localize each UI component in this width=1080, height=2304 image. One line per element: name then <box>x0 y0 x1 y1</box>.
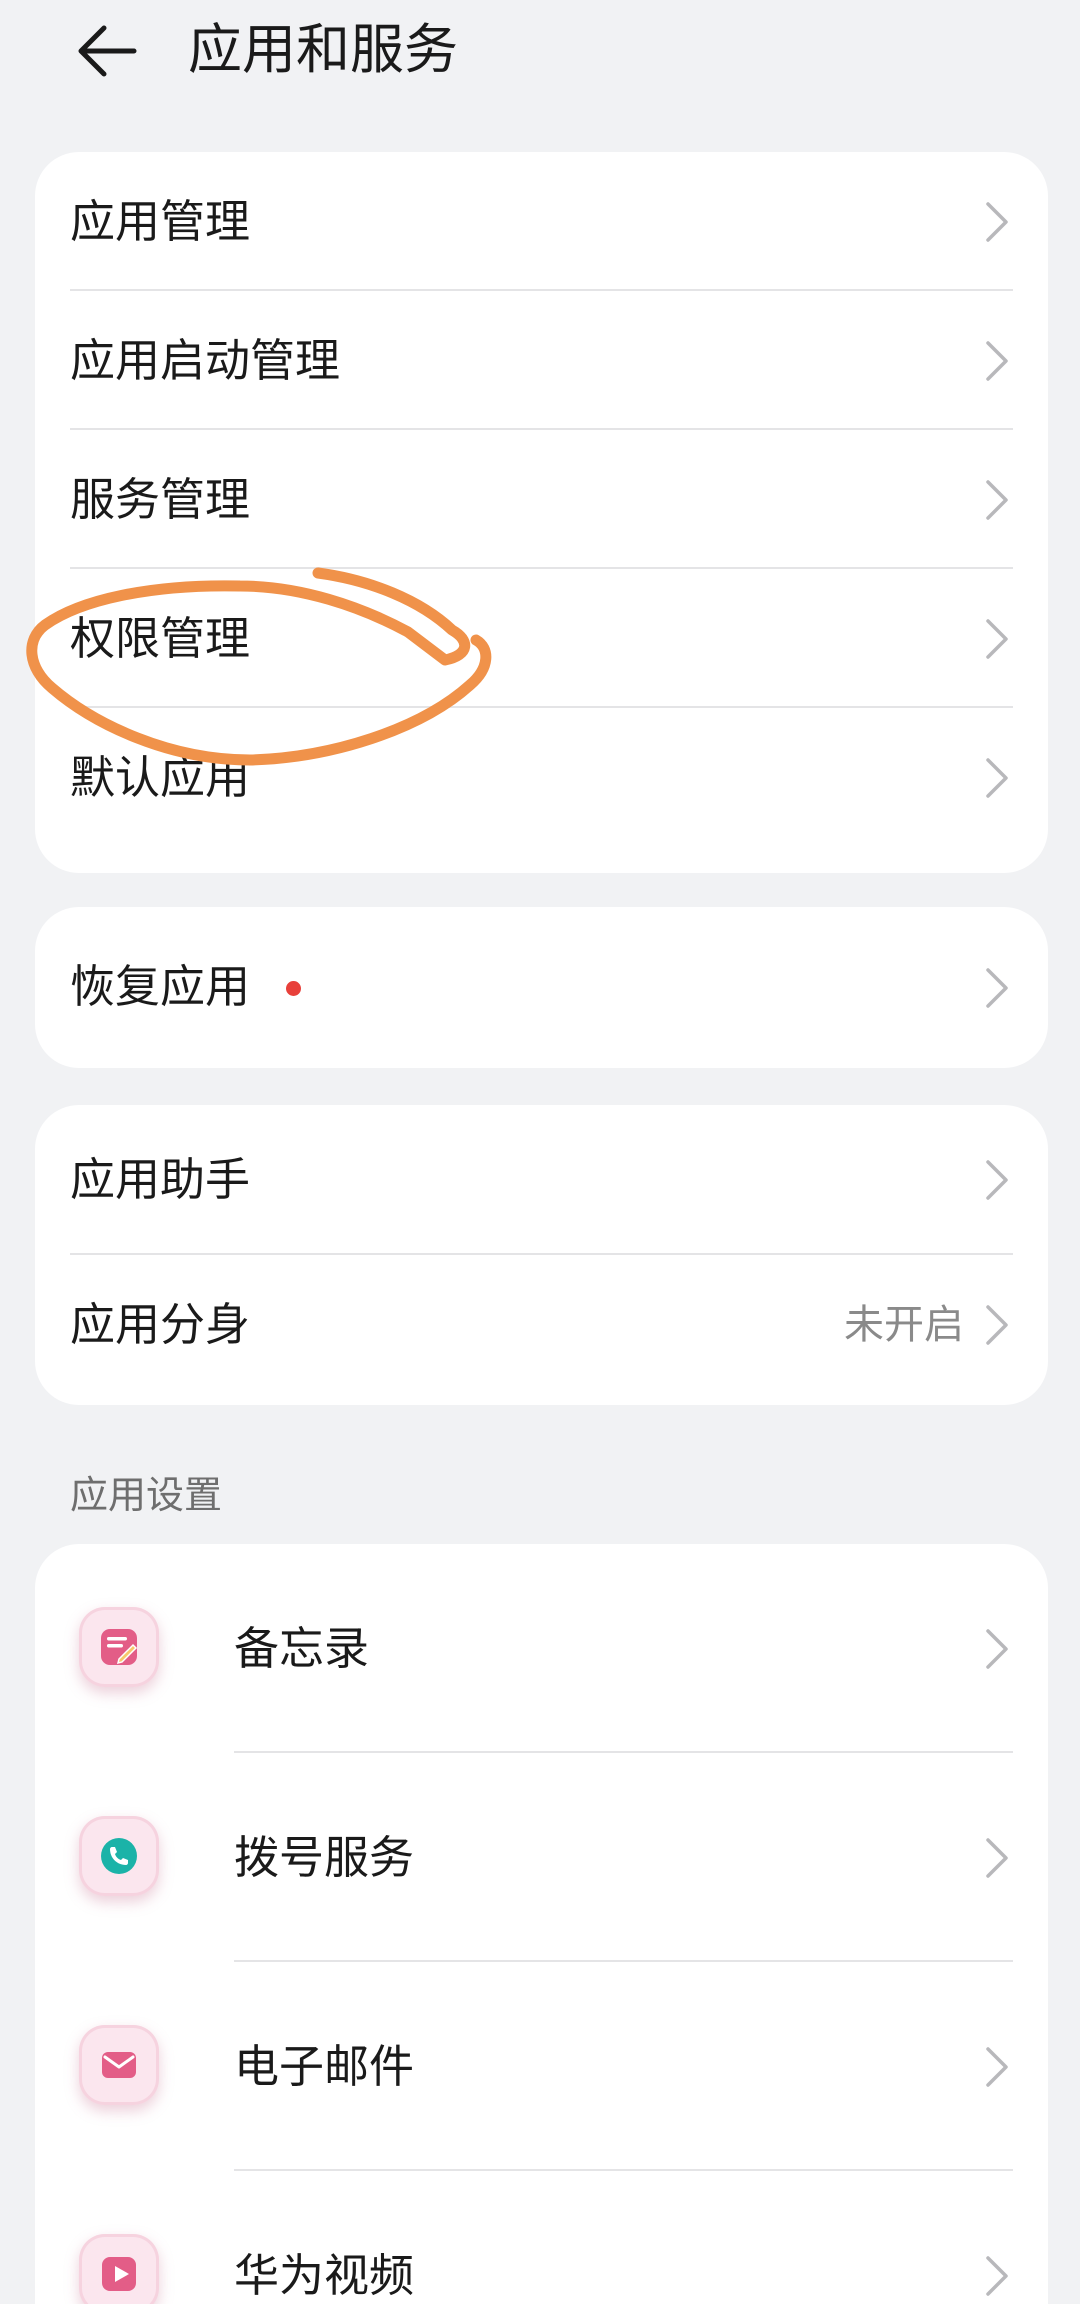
phone-icon <box>79 1816 159 1896</box>
app-twin-item[interactable]: 应用分身 未开启 <box>35 1255 1048 1405</box>
app-management-item[interactable]: 应用管理 <box>35 152 1048 291</box>
title-bar: 应用和服务 <box>0 0 1080 110</box>
chevron-right-icon <box>984 756 1010 800</box>
default-apps-item[interactable]: 默认应用 <box>35 708 1048 873</box>
app-assistant-item[interactable]: 应用助手 <box>35 1105 1048 1255</box>
section-title-app-settings: 应用设置 <box>70 1470 222 1520</box>
service-management-item[interactable]: 服务管理 <box>35 430 1048 569</box>
page-title: 应用和服务 <box>188 10 458 90</box>
app-item-dialer[interactable]: 拨号服务 <box>35 1753 1048 1962</box>
app-label: 备忘录 <box>234 1619 369 1679</box>
chevron-right-icon <box>984 2045 1010 2089</box>
item-label: 应用助手 <box>70 1150 250 1210</box>
chevron-right-icon <box>984 2254 1010 2298</box>
app-launch-management-item[interactable]: 应用启动管理 <box>35 291 1048 430</box>
permission-management-item[interactable]: 权限管理 <box>35 569 1048 708</box>
chevron-right-icon <box>984 617 1010 661</box>
restore-apps-item[interactable]: 恢复应用 <box>35 907 1048 1068</box>
chevron-right-icon <box>984 200 1010 244</box>
chevron-right-icon <box>984 1836 1010 1880</box>
item-label: 权限管理 <box>70 609 250 669</box>
app-item-notepad[interactable]: 备忘录 <box>35 1544 1048 1753</box>
item-label: 恢复应用 <box>70 957 250 1017</box>
video-icon <box>79 2234 159 2304</box>
app-label: 华为视频 <box>234 2246 414 2304</box>
notepad-icon <box>79 1607 159 1687</box>
settings-group-restore: 恢复应用 <box>35 907 1048 1068</box>
settings-group-assistant: 应用助手 应用分身 未开启 <box>35 1105 1048 1405</box>
mail-icon <box>79 2025 159 2105</box>
arrow-left-icon <box>76 23 138 79</box>
chevron-right-icon <box>984 478 1010 522</box>
app-settings-list: 备忘录 拨号服务 电子邮件 <box>35 1544 1048 2304</box>
app-item-video[interactable]: 华为视频 <box>35 2171 1048 2304</box>
back-button[interactable] <box>62 6 152 96</box>
item-label: 应用管理 <box>70 192 250 252</box>
chevron-right-icon <box>984 966 1010 1010</box>
item-label: 默认应用 <box>70 748 250 808</box>
chevron-right-icon <box>984 1303 1010 1347</box>
item-label: 应用分身 <box>70 1295 250 1355</box>
app-item-email[interactable]: 电子邮件 <box>35 1962 1048 2171</box>
chevron-right-icon <box>984 1627 1010 1671</box>
item-label: 服务管理 <box>70 470 250 530</box>
chevron-right-icon <box>984 1158 1010 1202</box>
status-value: 未开启 <box>844 1295 964 1355</box>
app-label: 拨号服务 <box>234 1828 414 1888</box>
item-label: 应用启动管理 <box>70 331 340 391</box>
notification-dot <box>286 981 301 996</box>
chevron-right-icon <box>984 339 1010 383</box>
settings-group-management: 应用管理 应用启动管理 服务管理 权限管理 默认应用 <box>35 152 1048 873</box>
app-label: 电子邮件 <box>234 2037 414 2097</box>
